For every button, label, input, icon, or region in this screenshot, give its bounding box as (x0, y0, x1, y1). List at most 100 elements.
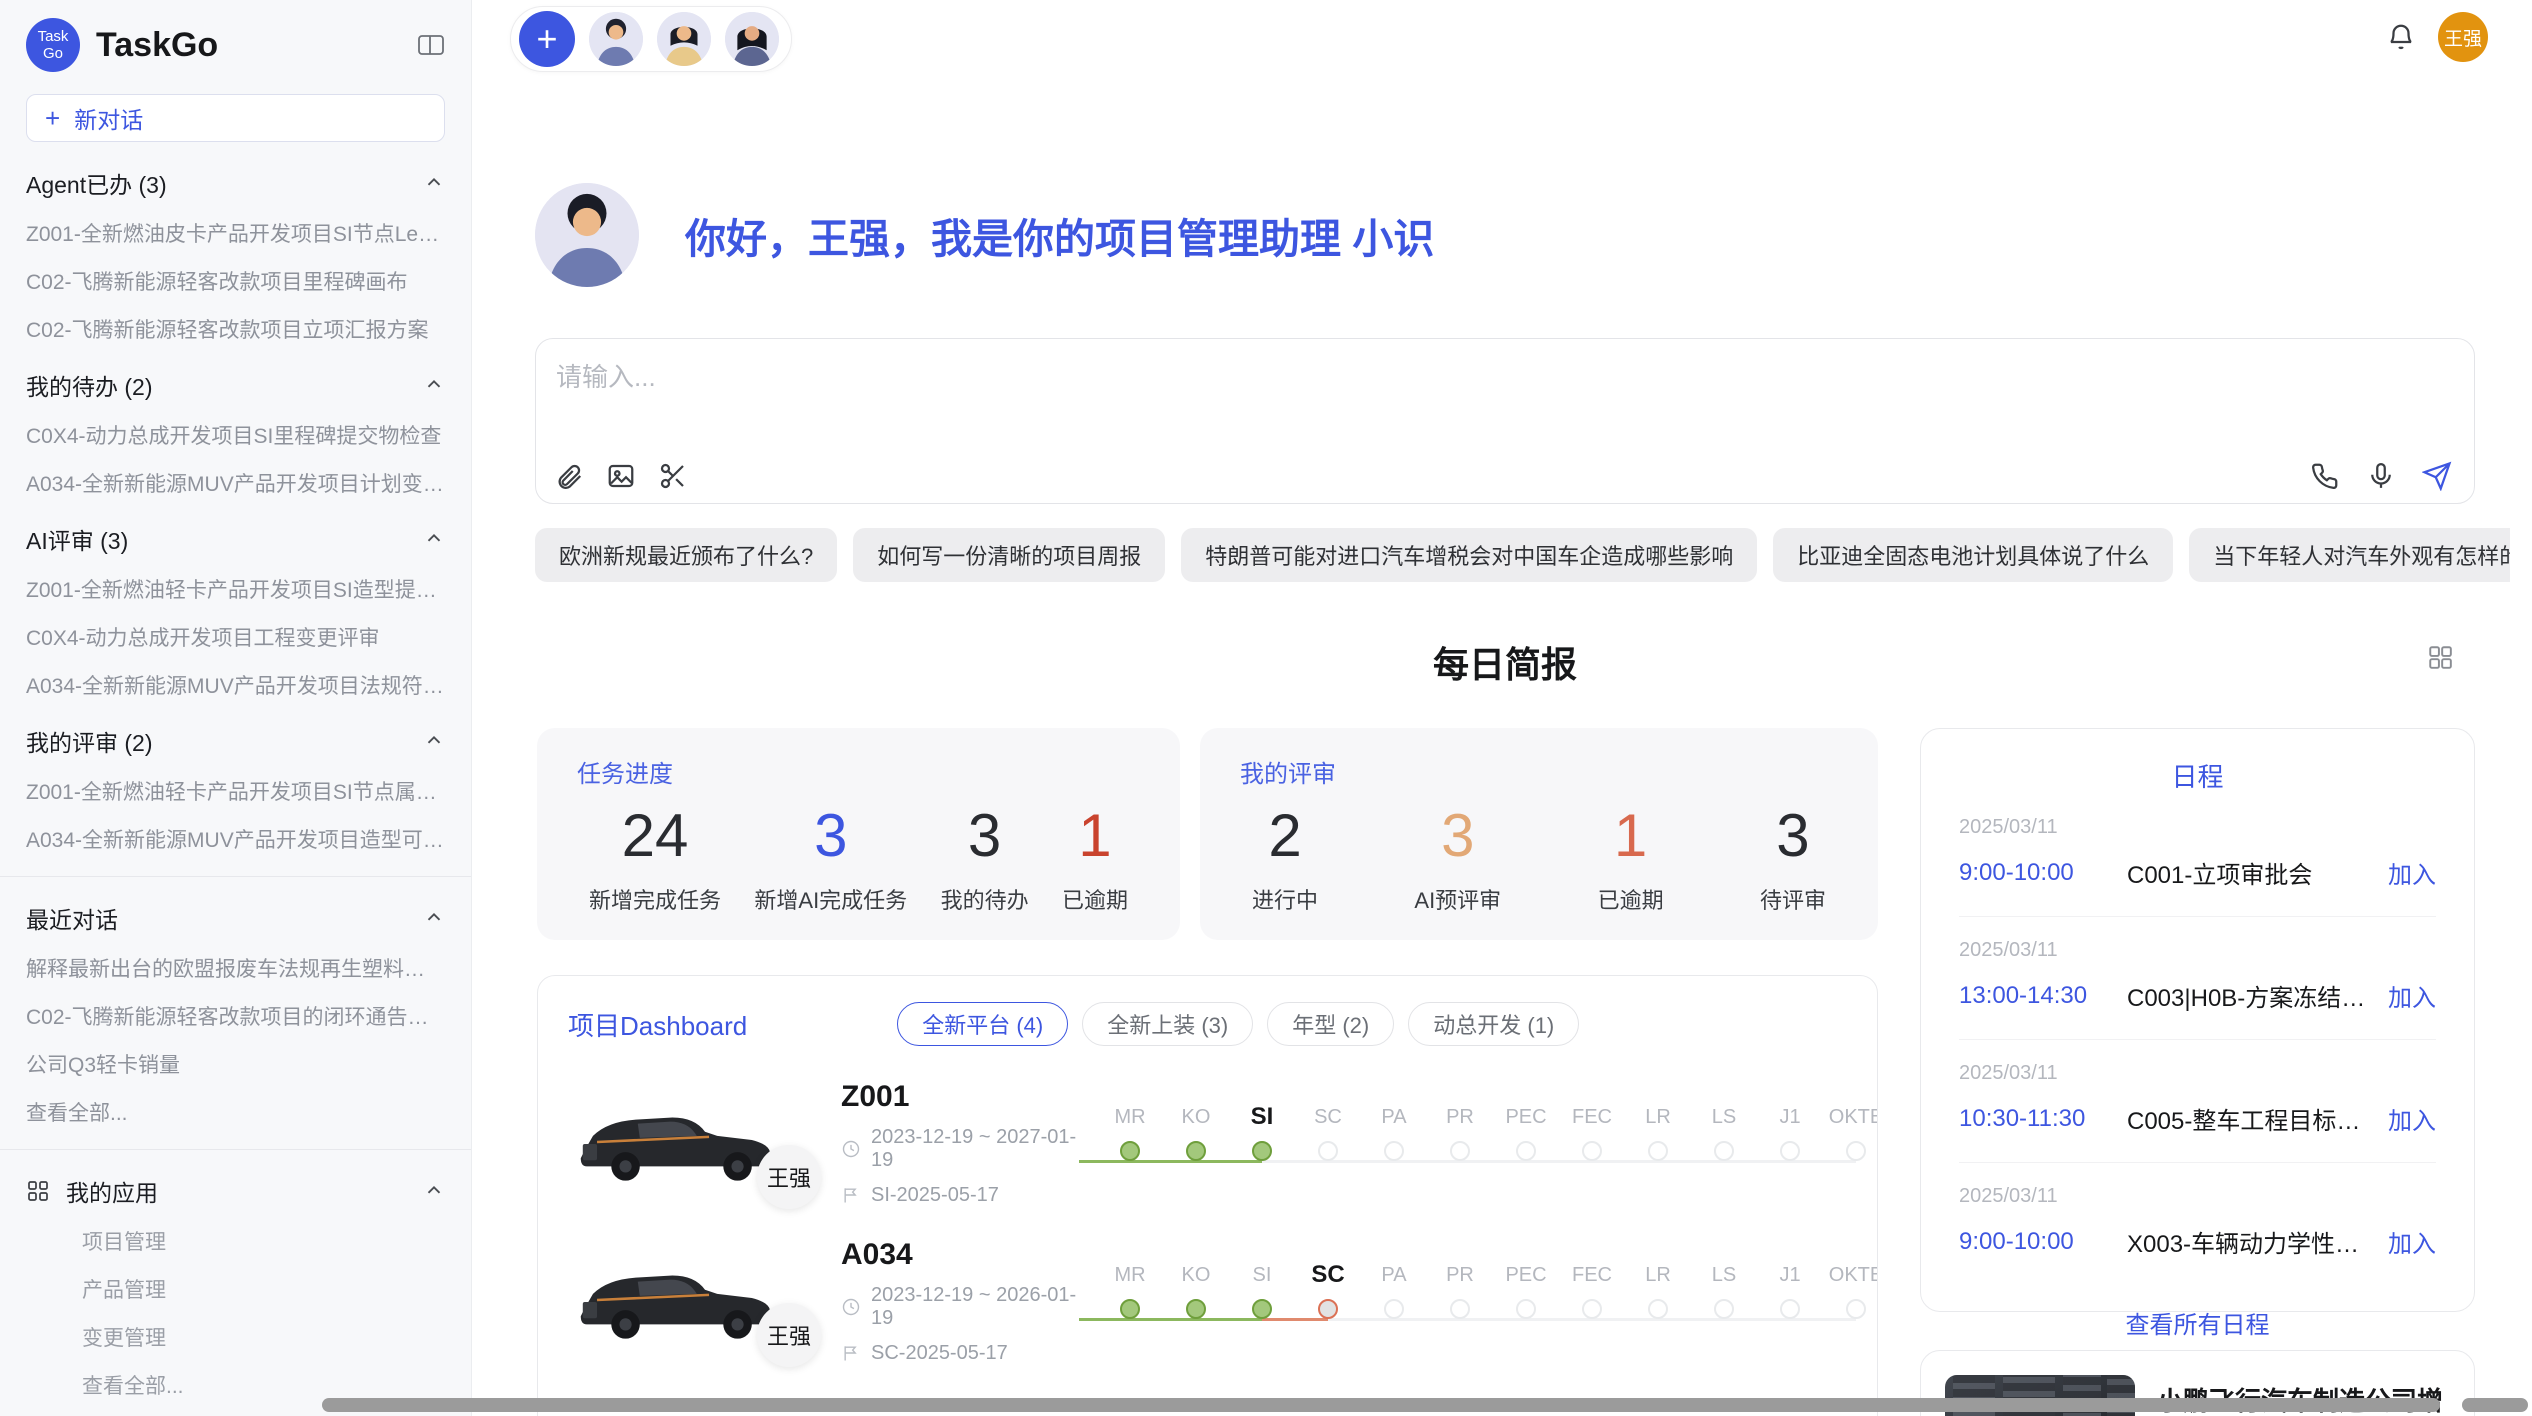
dashboard-tab[interactable]: 全新平台 (4) (897, 1002, 1068, 1046)
sidebar-item[interactable]: 变更管理 (82, 1322, 445, 1352)
sidebar-item[interactable]: 公司Q3轻卡销量 (26, 1049, 445, 1079)
horizontal-scrollbar-segment[interactable] (2462, 1398, 2528, 1412)
stat-label: AI预评审 (1414, 883, 1501, 915)
notifications-bell-icon[interactable] (2386, 22, 2416, 52)
sidebar-item[interactable]: 查看全部... (26, 1097, 445, 1127)
sidebar-item[interactable]: 产品管理 (82, 1274, 445, 1304)
stat-value: 2 (1252, 803, 1318, 869)
join-meeting-button[interactable]: 加入 (2388, 855, 2436, 890)
sidebar-item[interactable]: C02-飞腾新能源轻客改款项目里程碑画布 (26, 266, 445, 296)
chevron-up-icon[interactable] (423, 374, 445, 396)
milestone: OKTB (1823, 1259, 1878, 1343)
suggestion-chip[interactable]: 特朗普可能对进口汽车增税会对中国车企造成哪些影响 (1181, 528, 1757, 582)
suggestion-chip[interactable]: 当下年轻人对汽车外观有怎样的喜好趋势 (2189, 528, 2510, 582)
sidebar-item[interactable]: Z001-全新燃油轻卡产品开发项目SI节点属性5D文件评审 (26, 776, 445, 806)
sidebar-item[interactable]: A034-全新新能源MUV产品开发项目法规符合性评审 (26, 670, 445, 700)
add-conversation-button[interactable]: + (519, 11, 575, 67)
schedule-entry-time: 13:00-14:30 (1959, 982, 2127, 1010)
scissors-icon[interactable] (658, 461, 688, 491)
milestone: SI (1229, 1101, 1295, 1185)
chevron-up-icon[interactable] (423, 172, 445, 194)
greeting-block: 你好，王强，我是你的项目管理助理 小识 (535, 183, 1434, 287)
project-info: Z001 2023-12-19 ~ 2027-01-19 SI-2025-05-… (841, 1080, 1089, 1207)
phone-call-icon[interactable] (2310, 461, 2340, 491)
project-row[interactable]: 王强 A034 2023-12-19 ~ 2026-01-19 SC-2025-… (538, 1222, 1877, 1380)
chevron-up-icon[interactable] (423, 730, 445, 752)
dashboard-tab[interactable]: 动总开发 (1) (1408, 1002, 1579, 1046)
join-meeting-button[interactable]: 加入 (2388, 1101, 2436, 1136)
sidebar-item[interactable]: A034-全新新能源MUV产品开发项目计划变更表编写 (26, 468, 445, 498)
milestone-dot (1252, 1141, 1272, 1161)
contact-avatar[interactable] (589, 12, 643, 66)
user-avatar[interactable]: 王强 (2438, 12, 2488, 62)
image-icon[interactable] (606, 461, 636, 491)
milestone-label: LR (1625, 1259, 1691, 1291)
sidebar-item[interactable]: C02-飞腾新能源轻客改款项目的闭环通告反馈情况 (26, 1001, 445, 1031)
contact-avatar[interactable] (657, 12, 711, 66)
milestone-label: FEC (1559, 1259, 1625, 1291)
milestone-track: MR KO SI SC PA PR PEC FEC LR LS J1 OKTB (1097, 1101, 1878, 1185)
milestone: SC (1295, 1101, 1361, 1185)
view-all-schedule-link[interactable]: 查看所有日程 (1959, 1285, 2436, 1360)
greeting-text: 你好，王强，我是你的项目管理助理 小识 (685, 205, 1434, 265)
sidebar-item[interactable]: C02-飞腾新能源轻客改款项目立项汇报方案 (26, 314, 445, 344)
milestone: FEC (1559, 1101, 1625, 1185)
horizontal-scrollbar[interactable] (322, 1398, 2440, 1412)
stat-label: 已逾期 (1598, 883, 1664, 915)
chevron-up-icon[interactable] (423, 528, 445, 550)
send-icon[interactable] (2422, 461, 2452, 491)
milestone-label: LS (1691, 1259, 1757, 1291)
milestone-dot (1516, 1141, 1536, 1161)
sidebar: Task Go TaskGo + 新对话 Agent已办 (3) Z001-全新… (0, 0, 472, 1416)
stat-block: 2 进行中 (1252, 803, 1318, 915)
new-chat-button[interactable]: + 新对话 (26, 94, 445, 142)
stat-block: 1 已逾期 (1598, 803, 1664, 915)
app-title: TaskGo (96, 26, 218, 65)
layout-grid-icon[interactable] (2427, 644, 2453, 670)
sidebar-item[interactable]: 解释最新出台的欧盟报废车法规再生塑料比例被调至15%... (26, 953, 445, 983)
sidebar-item[interactable]: 项目管理 (82, 1226, 445, 1256)
stat-block: 1 已逾期 (1062, 803, 1128, 915)
join-meeting-button[interactable]: 加入 (2388, 978, 2436, 1013)
milestone-label: SI (1229, 1101, 1295, 1133)
chat-input-box[interactable]: 请输入... (535, 338, 2475, 504)
dashboard-tab[interactable]: 全新上装 (3) (1082, 1002, 1253, 1046)
sidebar-item[interactable]: C0X4-动力总成开发项目工程变更评审 (26, 622, 445, 652)
sidebar-section-title: 我的待办 (2) (26, 368, 153, 402)
milestone: PEC (1493, 1101, 1559, 1185)
taskgo-app: Task Go TaskGo + 新对话 Agent已办 (3) Z001-全新… (0, 0, 2532, 1416)
divider (0, 876, 471, 877)
chevron-up-icon[interactable] (423, 1180, 445, 1202)
stat-label: 新增AI完成任务 (754, 883, 907, 915)
milestone: LR (1625, 1101, 1691, 1185)
apps-section-title: 我的应用 (66, 1174, 158, 1208)
project-code: Z001 (841, 1080, 1089, 1114)
schedule-entry-title: C003|H0B-方案冻结评审 (2127, 978, 2374, 1013)
suggestion-chip[interactable]: 如何写一份清晰的项目周报 (853, 528, 1165, 582)
assistant-avatar (535, 183, 639, 287)
collapse-sidebar-icon[interactable] (417, 33, 445, 57)
suggestion-chip[interactable]: 欧洲新规最近颁布了什么? (535, 528, 837, 582)
sidebar-item[interactable]: Z001-全新燃油皮卡产品开发项目SI节点Lesson Learn报告 (26, 218, 445, 248)
suggestion-chip[interactable]: 比亚迪全固态电池计划具体说了什么 (1773, 528, 2173, 582)
new-chat-label: 新对话 (74, 101, 143, 135)
schedule-entry-title: C001-立项审批会 (2127, 855, 2374, 890)
microphone-icon[interactable] (2366, 461, 2396, 491)
sidebar-section-title: 最近对话 (26, 901, 118, 935)
contact-avatar[interactable] (725, 12, 779, 66)
milestone-label: MR (1097, 1259, 1163, 1291)
project-row[interactable]: 王强 Z001 2023-12-19 ~ 2027-01-19 SI-2025-… (538, 1064, 1877, 1222)
dashboard-tab[interactable]: 年型 (2) (1267, 1002, 1394, 1046)
attachment-icon[interactable] (554, 461, 584, 491)
chevron-up-icon[interactable] (423, 907, 445, 929)
stat-card-title: 我的评审 (1240, 754, 1838, 789)
sidebar-item[interactable]: Z001-全新燃油轻卡产品开发项目SI造型提交物评审 (26, 574, 445, 604)
sidebar-item[interactable]: 查看全部... (82, 1370, 445, 1400)
milestone-dot (1318, 1299, 1338, 1319)
sidebar-item[interactable]: C0X4-动力总成开发项目SI里程碑提交物检查 (26, 420, 445, 450)
stat-value: 1 (1062, 803, 1128, 869)
sidebar-item[interactable]: A034-全新新能源MUV产品开发项目造型可行性评审 (26, 824, 445, 854)
milestone-dot (1648, 1299, 1668, 1319)
join-meeting-button[interactable]: 加入 (2388, 1224, 2436, 1259)
plus-icon: + (45, 105, 60, 131)
